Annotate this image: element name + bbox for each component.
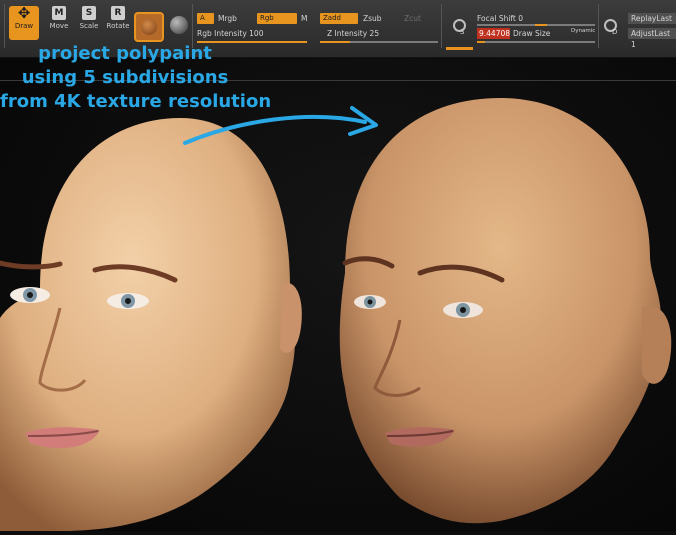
caption-line: project polypaint (38, 43, 212, 64)
scale-button[interactable]: S Scale (77, 6, 101, 40)
m-button[interactable]: M (301, 13, 307, 24)
viewport-canvas[interactable] (0, 58, 676, 531)
draw-size-value[interactable]: 9.44708 (477, 28, 510, 39)
move-button[interactable]: M Move (47, 6, 71, 40)
active-indicator (446, 47, 473, 50)
draw-size-label: Draw Size (513, 29, 551, 38)
material-sphere-icon[interactable] (170, 16, 188, 34)
mrgb-button[interactable]: Mrgb (218, 13, 237, 24)
draw-size-track[interactable] (477, 41, 595, 43)
right-head-render (339, 98, 672, 524)
adjust-last-button[interactable]: AdjustLast 1 (628, 28, 676, 49)
caption-annotation: project polypaint using 5 subdivisions f… (0, 42, 272, 114)
scale-label: Scale (79, 22, 99, 30)
draw-icon: ✥ (17, 4, 31, 22)
scale-icon: S (82, 6, 96, 20)
render-illustration (0, 98, 672, 531)
s-label: S (460, 28, 465, 36)
z-intensity-slider[interactable]: Z Intensity 25 (327, 28, 379, 39)
caption-line: using 5 subdivisions (21, 67, 229, 88)
focal-shift-slider[interactable]: Focal Shift 0 (477, 13, 523, 24)
rgb-intensity-slider[interactable]: Rgb Intensity 100 (197, 28, 263, 39)
rotate-icon: R (111, 6, 125, 20)
rotate-label: Rotate (106, 22, 130, 30)
zsub-button[interactable]: Zsub (363, 13, 382, 24)
separator (441, 4, 442, 48)
caption-line: from 4K texture resolution (0, 91, 272, 112)
d-label: D (612, 28, 618, 36)
dynamic-toggle[interactable]: Dynamic (571, 26, 595, 37)
material-swatch[interactable] (134, 12, 164, 42)
a-button[interactable]: A (197, 13, 214, 24)
left-head-render (0, 118, 302, 531)
separator (598, 4, 599, 48)
move-icon: M (52, 6, 66, 20)
rotate-button[interactable]: R Rotate (106, 6, 130, 40)
rgb-button[interactable]: Rgb (257, 13, 297, 24)
draw-label: Draw (14, 22, 34, 30)
z-intensity-track[interactable] (320, 41, 438, 43)
zadd-button[interactable]: Zadd (320, 13, 358, 24)
replay-last-button[interactable]: ReplayLast (628, 13, 676, 24)
move-label: Move (49, 22, 69, 30)
draw-button[interactable]: ✥ Draw (9, 6, 39, 40)
zcut-button[interactable]: Zcut (404, 13, 421, 24)
